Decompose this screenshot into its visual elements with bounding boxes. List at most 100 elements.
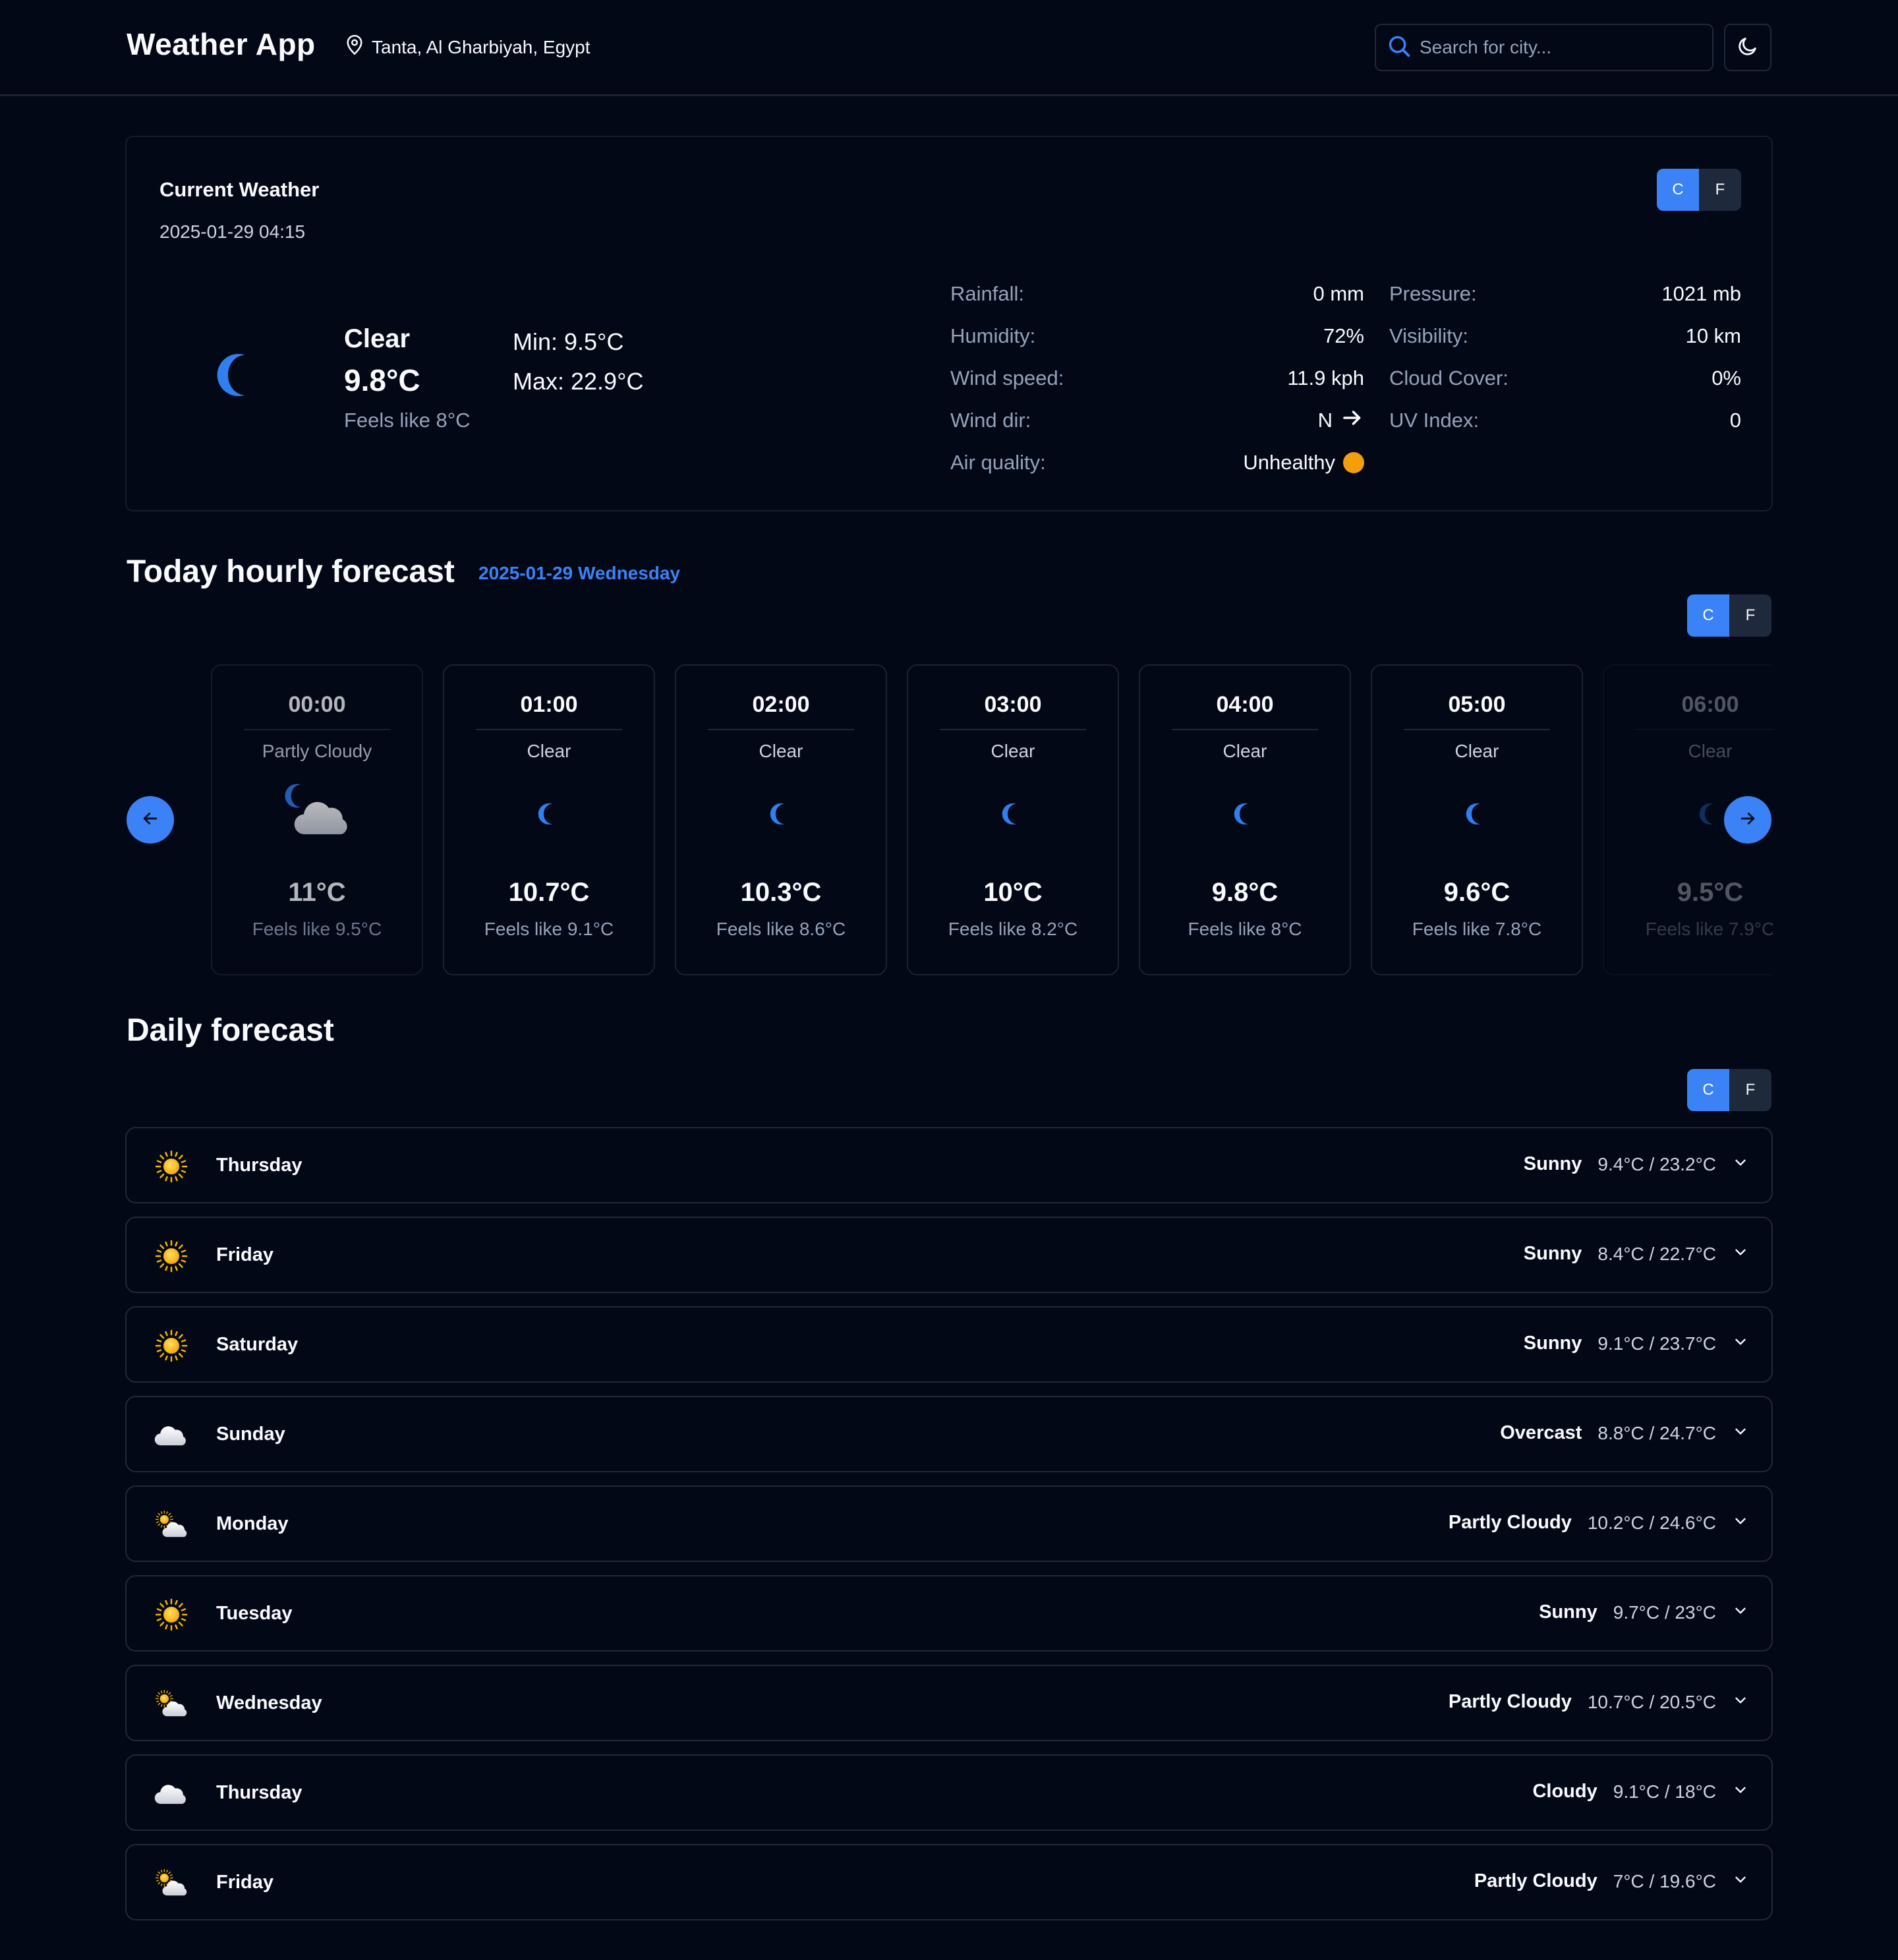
- moon-icon: [444, 778, 654, 850]
- unit-toggle-current: C F: [1657, 169, 1741, 211]
- moon-icon: [676, 778, 886, 850]
- sun-cloud-icon: [153, 1865, 190, 1902]
- hourly-forecast-date: 2025-01-29 Wednesday: [478, 563, 681, 583]
- stat-humidity: Humidity: 72%: [950, 323, 1364, 349]
- divider: [1172, 729, 1318, 730]
- day-temp-range: 9.7°C / 23°C: [1613, 1601, 1716, 1623]
- daily-row[interactable]: Wednesday Partly Cloudy 10.7°C / 20.5°C: [125, 1665, 1773, 1741]
- stat-value: 11.9 kph: [1287, 366, 1364, 389]
- stat-pressure: Pressure: 1021 mb: [1389, 281, 1741, 307]
- day-condition: Partly Cloudy: [1474, 1870, 1597, 1891]
- stat-cloud-cover: Cloud Cover: 0%: [1389, 365, 1741, 391]
- current-weather-card: Current Weather 2025-01-29 04:15 C F Cle…: [125, 136, 1773, 511]
- search-input[interactable]: [1418, 36, 1695, 59]
- divider: [476, 729, 622, 730]
- unit-celsius-button[interactable]: C: [1687, 1069, 1729, 1111]
- day-condition: Partly Cloudy: [1448, 1512, 1572, 1533]
- day-name: Monday: [216, 1513, 289, 1534]
- hour-temperature: 10.7°C: [508, 878, 590, 907]
- day-temp-range: 9.1°C / 18°C: [1613, 1781, 1716, 1802]
- hour-feels-like: Feels like 8.2°C: [948, 919, 1078, 939]
- unit-fahrenheit-button[interactable]: F: [1729, 594, 1771, 637]
- theme-toggle-button[interactable]: [1724, 24, 1771, 71]
- day-temp-range: 10.2°C / 24.6°C: [1587, 1512, 1716, 1533]
- day-summary: Partly Cloudy 10.7°C / 20.5°C: [1449, 1691, 1749, 1713]
- hour-feels-like: Feels like 8.6°C: [716, 919, 846, 939]
- day-temp-range: 9.4°C / 23.2°C: [1597, 1153, 1716, 1174]
- hour-time: 03:00: [984, 692, 1042, 717]
- stat-value: 0 mm: [1313, 282, 1365, 305]
- day-name: Wednesday: [216, 1692, 322, 1714]
- stat-value: 0: [1729, 409, 1741, 432]
- unit-celsius-button[interactable]: C: [1687, 594, 1729, 637]
- day-summary: Partly Cloudy 10.2°C / 24.6°C: [1449, 1512, 1749, 1534]
- chevron-down-icon: [1732, 1692, 1749, 1712]
- daily-row[interactable]: Friday Partly Cloudy 7°C / 19.6°C: [125, 1844, 1773, 1920]
- chevron-down-icon: [1732, 1513, 1749, 1533]
- hourly-prev-button[interactable]: [127, 796, 174, 844]
- daily-row[interactable]: Thursday Cloudy 9.1°C / 18°C: [125, 1754, 1773, 1831]
- stat-value: 72%: [1323, 324, 1364, 347]
- day-condition: Sunny: [1523, 1153, 1582, 1174]
- hour-feels-like: Feels like 9.5°C: [252, 919, 382, 939]
- unit-toggle-daily: C F: [1687, 1069, 1771, 1111]
- hourly-card: 04:00 Clear 9.8°C Feels like 8°C: [1139, 664, 1351, 975]
- day-name: Friday: [216, 1872, 274, 1893]
- hour-time: 06:00: [1681, 692, 1739, 717]
- day-name: Tuesday: [216, 1603, 293, 1624]
- hour-condition: Clear: [527, 741, 571, 761]
- stat-label: Humidity:: [950, 324, 1036, 347]
- daily-row[interactable]: Thursday Sunny 9.4°C / 23.2°C: [125, 1127, 1773, 1203]
- moon-outline-icon: [1737, 35, 1759, 61]
- arrow-right-icon: [1340, 406, 1364, 435]
- day-condition: Partly Cloudy: [1448, 1691, 1572, 1712]
- wind-dir-text: N: [1317, 409, 1333, 432]
- search-box[interactable]: [1375, 24, 1713, 71]
- daily-row[interactable]: Monday Partly Cloudy 10.2°C / 24.6°C: [125, 1485, 1773, 1562]
- hour-time: 05:00: [1448, 692, 1506, 717]
- current-weather-title: Current Weather: [159, 178, 320, 201]
- unit-fahrenheit-button[interactable]: F: [1699, 169, 1741, 211]
- daily-row[interactable]: Friday Sunny 8.4°C / 22.7°C: [125, 1217, 1773, 1293]
- hour-condition: Clear: [759, 741, 803, 761]
- day-summary: Sunny 9.1°C / 23.7°C: [1524, 1333, 1749, 1354]
- hour-temperature: 9.8°C: [1211, 878, 1279, 907]
- hourly-card: 01:00 Clear 10.7°C Feels like 9.1°C: [443, 664, 655, 975]
- hour-temperature: 9.6°C: [1443, 878, 1510, 907]
- stat-label: UV Index:: [1389, 409, 1480, 432]
- arrow-right-icon: [1738, 809, 1758, 832]
- hour-condition: Partly Cloudy: [262, 741, 372, 761]
- hour-temperature: 11°C: [288, 878, 346, 907]
- day-temp-range: 10.7°C / 20.5°C: [1587, 1691, 1716, 1712]
- chevron-down-icon: [1732, 1423, 1749, 1443]
- hour-feels-like: Feels like 7.8°C: [1412, 919, 1542, 939]
- unit-toggle-hourly: C F: [1687, 594, 1771, 637]
- top-header: Weather App Tanta, Al Gharbiyah, Egypt: [0, 0, 1898, 96]
- day-name: Thursday: [216, 1155, 302, 1176]
- current-feels-like: Feels like 8°C: [344, 409, 471, 432]
- hourly-card: 05:00 Clear 9.6°C Feels like 7.8°C: [1371, 664, 1583, 975]
- daily-row[interactable]: Sunday Overcast 8.8°C / 24.7°C: [125, 1396, 1773, 1472]
- daily-row[interactable]: Saturday Sunny 9.1°C / 23.7°C: [125, 1306, 1773, 1383]
- day-temp-range: 7°C / 19.6°C: [1613, 1870, 1716, 1891]
- day-name: Friday: [216, 1244, 274, 1265]
- stat-wind-speed: Wind speed: 11.9 kph: [950, 365, 1364, 391]
- unit-fahrenheit-button[interactable]: F: [1729, 1069, 1771, 1111]
- air-quality-text: Unhealthy: [1243, 451, 1335, 474]
- stat-label: Air quality:: [950, 451, 1046, 474]
- stat-value: Unhealthy: [1243, 451, 1364, 475]
- unit-celsius-button[interactable]: C: [1657, 169, 1699, 211]
- hour-condition: Clear: [991, 741, 1035, 761]
- daily-row[interactable]: Tuesday Sunny 9.7°C / 23°C: [125, 1575, 1773, 1652]
- day-temp-range: 8.4°C / 22.7°C: [1597, 1243, 1716, 1264]
- divider: [244, 729, 390, 730]
- air-quality-indicator: [1343, 452, 1364, 473]
- stat-label: Wind dir:: [950, 409, 1031, 432]
- hourly-next-button[interactable]: [1724, 796, 1771, 844]
- day-condition: Sunny: [1523, 1243, 1582, 1264]
- moon-icon: [1372, 778, 1582, 850]
- sun-cloud-icon: [153, 1507, 190, 1543]
- hour-time: 04:00: [1216, 692, 1274, 717]
- stat-value: 10 km: [1685, 324, 1741, 347]
- stat-value: 0%: [1711, 366, 1741, 389]
